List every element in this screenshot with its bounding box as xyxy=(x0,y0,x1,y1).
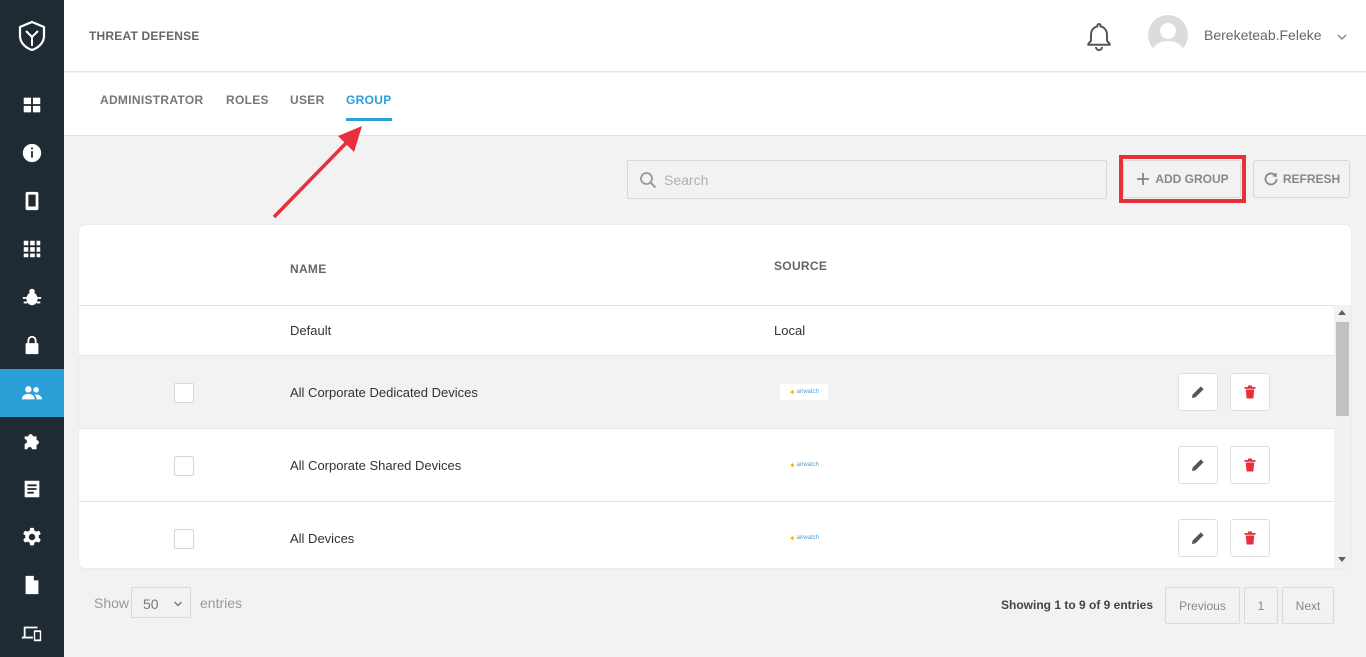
refresh-icon xyxy=(1264,172,1278,186)
search-input[interactable] xyxy=(664,161,1094,198)
sidebar-item-info[interactable] xyxy=(0,129,64,177)
top-header: THREAT DEFENSE Bereketeab.Feleke xyxy=(64,0,1366,72)
trash-icon xyxy=(1244,531,1256,545)
airwatch-logo: ✦ airwatch xyxy=(788,460,820,470)
users-icon xyxy=(21,386,43,400)
airwatch-logo: ✦ airwatch xyxy=(788,533,820,543)
delete-button[interactable] xyxy=(1230,519,1270,557)
entries-label: entries xyxy=(200,595,243,611)
pencil-icon xyxy=(1192,532,1204,544)
airwatch-logo-text: airwatch xyxy=(796,535,820,541)
row-checkbox[interactable] xyxy=(174,529,194,549)
previous-page-button[interactable]: Previous xyxy=(1165,587,1240,624)
row-checkbox[interactable] xyxy=(174,456,194,476)
sidebar-item-threats[interactable] xyxy=(0,273,64,321)
sidebar xyxy=(0,0,64,657)
sidebar-item-settings[interactable] xyxy=(0,513,64,561)
refresh-label: REFRESH xyxy=(1282,172,1341,186)
show-label: Show xyxy=(94,595,130,611)
bell-icon[interactable] xyxy=(1084,20,1114,52)
tabs-bar: ADMINISTRATOR ROLES USER GROUP xyxy=(64,73,1366,136)
annotation-arrow xyxy=(272,126,362,219)
edit-button[interactable] xyxy=(1178,519,1218,557)
document-list-icon xyxy=(24,480,40,498)
airwatch-logo: ✦ airwatch xyxy=(779,383,829,401)
puzzle-icon xyxy=(24,434,39,450)
chevron-down-icon[interactable] xyxy=(1336,30,1348,42)
plus-icon xyxy=(1137,173,1150,185)
avatar[interactable] xyxy=(1148,15,1188,55)
sidebar-item-security[interactable] xyxy=(0,321,64,369)
sidebar-item-apps[interactable] xyxy=(0,225,64,273)
page-size-value: 50 xyxy=(143,596,159,612)
group-source: Local xyxy=(774,323,806,338)
table-row[interactable]: Default Local xyxy=(79,305,1334,355)
search-icon xyxy=(640,172,657,189)
file-icon xyxy=(25,575,39,595)
delete-button[interactable] xyxy=(1230,373,1270,411)
devices-icon xyxy=(21,626,42,642)
pencil-icon xyxy=(1192,459,1204,471)
mobile-device-icon xyxy=(25,191,39,211)
group-name: All Devices xyxy=(290,531,355,546)
chevron-down-icon xyxy=(174,601,182,607)
lock-icon xyxy=(25,335,39,355)
airwatch-logo-text: airwatch xyxy=(796,462,820,468)
info-icon xyxy=(22,143,42,163)
tab-group[interactable]: GROUP xyxy=(346,93,392,121)
group-name: All Corporate Dedicated Devices xyxy=(290,385,478,400)
scroll-down-icon[interactable] xyxy=(1338,557,1346,562)
table-row[interactable]: All Corporate Dedicated Devices ✦ airwatc… xyxy=(79,355,1334,428)
apps-grid-icon xyxy=(23,240,41,258)
app-title: THREAT DEFENSE xyxy=(89,29,200,43)
trash-icon xyxy=(1244,458,1256,472)
edit-button[interactable] xyxy=(1178,446,1218,484)
edit-button[interactable] xyxy=(1178,373,1218,411)
table-row[interactable]: All Corporate Shared Devices ✦ airwatch xyxy=(79,428,1334,501)
column-header-name[interactable]: NAME xyxy=(290,262,327,276)
sidebar-item-devices[interactable] xyxy=(0,177,64,225)
sidebar-item-integrations[interactable] xyxy=(0,417,64,465)
tab-administrator[interactable]: ADMINISTRATOR xyxy=(100,93,203,121)
add-group-label: ADD GROUP xyxy=(1155,172,1229,186)
trash-icon xyxy=(1244,385,1256,399)
sidebar-item-files[interactable] xyxy=(0,561,64,609)
row-checkbox[interactable] xyxy=(174,383,194,403)
airwatch-logo-text: airwatch xyxy=(796,389,820,395)
tab-roles[interactable]: ROLES xyxy=(226,93,269,121)
gear-icon xyxy=(23,527,41,546)
username[interactable]: Bereketeab.Feleke xyxy=(1204,27,1322,43)
table-scrollbar[interactable] xyxy=(1334,305,1351,568)
dashboard-icon xyxy=(23,97,41,113)
page-size-select[interactable]: 50 xyxy=(131,587,191,618)
scroll-thumb[interactable] xyxy=(1336,322,1349,416)
sidebar-item-reports[interactable] xyxy=(0,465,64,513)
next-page-button[interactable]: Next xyxy=(1282,587,1334,624)
group-name: All Corporate Shared Devices xyxy=(290,458,462,473)
refresh-button[interactable]: REFRESH xyxy=(1253,160,1350,198)
sidebar-item-users[interactable] xyxy=(0,369,64,417)
table-row[interactable]: All Devices ✦ airwatch xyxy=(79,501,1334,568)
group-name: Default xyxy=(290,323,332,338)
scroll-up-icon[interactable] xyxy=(1338,310,1346,315)
column-header-source[interactable]: SOURCE xyxy=(774,259,827,273)
bug-icon xyxy=(22,288,42,306)
groups-table: NAME SOURCE Default Local All Corporate … xyxy=(79,225,1351,568)
pagination-info: Showing 1 to 9 of 9 entries xyxy=(1001,598,1154,612)
delete-button[interactable] xyxy=(1230,446,1270,484)
sidebar-item-dashboard[interactable] xyxy=(0,81,64,129)
sidebar-item-endpoints[interactable] xyxy=(0,609,64,657)
shield-logo-icon[interactable] xyxy=(0,12,64,60)
pencil-icon xyxy=(1192,386,1204,398)
search-box[interactable] xyxy=(627,160,1107,199)
tab-user[interactable]: USER xyxy=(290,93,325,121)
page-1-button[interactable]: 1 xyxy=(1244,587,1278,624)
add-group-button[interactable]: ADD GROUP xyxy=(1123,160,1241,198)
